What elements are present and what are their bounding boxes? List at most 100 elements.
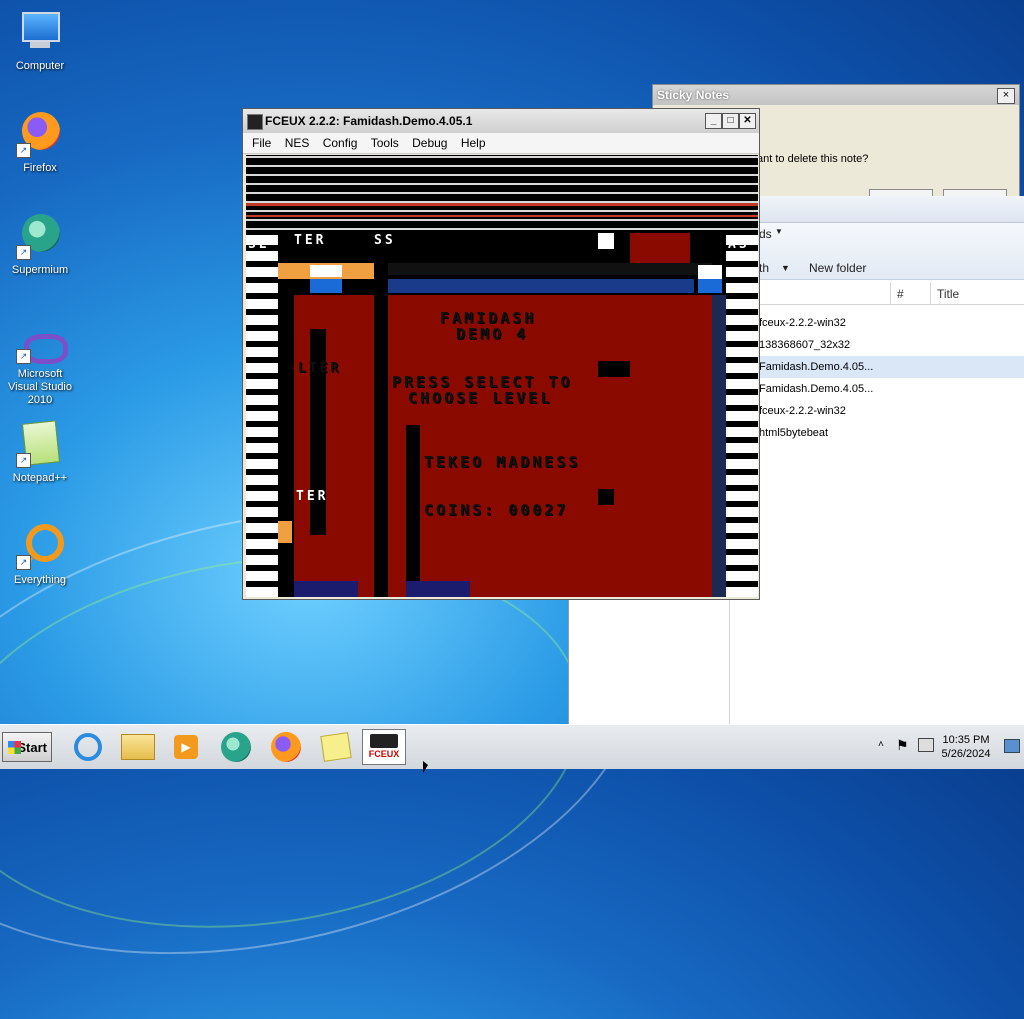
- taskbar-internet-explorer[interactable]: [66, 729, 110, 765]
- game-glitch-text: TER: [296, 489, 329, 504]
- taskbar-supermium[interactable]: [214, 729, 258, 765]
- menu-debug[interactable]: Debug: [407, 133, 452, 153]
- game-level-name: TEKEO MADNESS: [424, 453, 581, 471]
- game-coins: COINS: 00027: [424, 501, 569, 519]
- taskbar-sticky-notes[interactable]: [314, 729, 358, 765]
- tile-column-right: [726, 233, 758, 597]
- file-row[interactable]: Famidash.Demo.4.05...: [729, 356, 1024, 378]
- file-row[interactable]: 138368607_32x32: [729, 334, 1024, 356]
- show-hidden-icons-chevron-icon[interactable]: ˄: [878, 739, 884, 750]
- white-square: [598, 233, 614, 249]
- menu-tools[interactable]: Tools: [366, 133, 404, 153]
- file-name: Famidash.Demo.4.05...: [759, 361, 874, 373]
- menu-nes[interactable]: NES: [280, 133, 315, 153]
- taskbar-clock[interactable]: 10:35 PM 5/26/2024: [936, 733, 996, 761]
- desktop-icon-computer[interactable]: Computer: [4, 8, 76, 73]
- desktop-icon-label: Supermium: [11, 264, 69, 276]
- desktop-icon-everything[interactable]: ↗ Everything: [4, 522, 76, 587]
- blue-block: [698, 265, 722, 293]
- menu-config[interactable]: Config: [318, 133, 363, 153]
- clock-date: 5/26/2024: [941, 748, 991, 760]
- menu-help[interactable]: Help: [456, 133, 491, 153]
- taskbar-explorer[interactable]: [116, 729, 160, 765]
- shortcut-arrow-icon: ↗: [16, 143, 31, 158]
- computer-icon: [16, 8, 64, 56]
- new-folder-button[interactable]: New folder: [809, 261, 866, 275]
- desktop-icon-supermium[interactable]: ↗ Supermium: [4, 212, 76, 277]
- fceux-window: FCEUX 2.2.2: Famidash.Demo.4.05.1 _ □ ✕ …: [242, 108, 760, 600]
- menu-file[interactable]: File: [247, 133, 276, 153]
- fceux-app-icon: [247, 114, 263, 130]
- notepadpp-icon: ↗: [16, 420, 64, 468]
- supermium-icon: ↗: [16, 212, 64, 260]
- taskbar-firefox[interactable]: [264, 729, 308, 765]
- tile-column-left: [246, 233, 278, 597]
- visual-studio-icon: ↗: [16, 326, 68, 364]
- column-header-number[interactable]: #: [891, 283, 931, 305]
- desktop-icon-label: Microsoft Visual Studio 2010: [7, 368, 72, 406]
- game-background: [630, 233, 690, 263]
- desktop-icon-notepadpp[interactable]: ↗ Notepad++: [4, 420, 76, 485]
- game-bar: [376, 279, 694, 293]
- shortcut-arrow-icon: ↗: [16, 349, 31, 364]
- shortcut-arrow-icon: ↗: [16, 555, 31, 570]
- sticky-notes-icon: [320, 732, 352, 762]
- file-name: Famidash.Demo.4.05...: [759, 383, 874, 395]
- taskbar-media-player[interactable]: ▶: [164, 729, 208, 765]
- column-header-title[interactable]: Title: [931, 283, 1024, 305]
- file-name: fceux-2.2.2-win32: [759, 317, 846, 329]
- game-prompt-line2: CHOOSE LEVEL: [408, 389, 553, 407]
- sticky-notes-title: Sticky Notes: [653, 85, 1019, 105]
- game-glitch-text: TER: [294, 233, 327, 248]
- minimize-button[interactable]: _: [705, 113, 722, 129]
- game-column-text: AS: [728, 237, 750, 252]
- start-button[interactable]: Start: [2, 732, 52, 762]
- sticky-close-button[interactable]: ×: [997, 88, 1015, 104]
- desktop-icon-label: Notepad++: [12, 472, 68, 484]
- game-block: [598, 361, 630, 377]
- fceux-title: FCEUX 2.2.2: Famidash.Demo.4.05.1: [265, 114, 473, 128]
- mouse-cursor-icon: [423, 761, 428, 773]
- start-label: Start: [17, 740, 47, 755]
- file-row[interactable]: Famidash.Demo.4.05...: [729, 378, 1024, 400]
- game-pillar: [712, 295, 726, 597]
- file-row[interactable]: fceux-2.2.2-win32: [729, 312, 1024, 334]
- file-name: 138368607_32x32: [759, 339, 851, 351]
- taskbar: Start ▶ FCEUX ˄ ⚑ 10:35 PM 5/26/2024: [0, 724, 1024, 773]
- network-icon[interactable]: [918, 738, 934, 752]
- blue-block: [310, 279, 342, 293]
- game-title-line2: DEMO 4: [456, 325, 529, 343]
- explorer-toolbar-fragment[interactable]: ds: [759, 227, 772, 241]
- chevron-down-icon[interactable]: ▼: [781, 263, 790, 273]
- internet-explorer-icon: [74, 733, 102, 761]
- bottom-blue-bar: [294, 581, 358, 597]
- close-button[interactable]: ✕: [739, 113, 756, 129]
- clock-time: 10:35 PM: [942, 734, 990, 746]
- fceux-taskbar-label: FCEUX: [368, 749, 400, 759]
- game-pillar: [374, 233, 388, 597]
- action-center-flag-icon[interactable]: ⚑: [896, 737, 909, 754]
- firefox-icon: ↗: [16, 110, 64, 158]
- game-pillar: [406, 425, 420, 597]
- game-screen[interactable]: SE TER SS AS LTER TER FAMIDASH DEMO 4 PR…: [246, 155, 758, 597]
- game-block: [598, 489, 614, 505]
- shortcut-arrow-icon: ↗: [16, 453, 31, 468]
- desktop-icon-visual-studio[interactable]: ↗ Microsoft Visual Studio 2010: [4, 326, 76, 407]
- show-desktop-button[interactable]: [1004, 739, 1020, 753]
- maximize-button[interactable]: □: [722, 113, 739, 129]
- taskbar-fceux[interactable]: FCEUX: [362, 729, 406, 765]
- chevron-down-icon[interactable]: ▼: [775, 227, 783, 236]
- media-player-icon: ▶: [174, 735, 198, 759]
- game-glitch-text: LTER: [298, 361, 342, 376]
- glitch-band: [246, 215, 758, 217]
- file-name: html5bytebeat: [759, 427, 829, 439]
- fceux-titlebar[interactable]: FCEUX 2.2.2: Famidash.Demo.4.05.1 _ □ ✕: [243, 109, 759, 133]
- desktop-icon-label: Computer: [15, 60, 65, 72]
- desktop-icon-firefox[interactable]: ↗ Firefox: [4, 110, 76, 175]
- explorer-cmd-fragment[interactable]: th: [759, 261, 769, 275]
- file-row[interactable]: fceux-2.2.2-win32: [729, 400, 1024, 422]
- file-row[interactable]: html5bytebeat: [729, 422, 1024, 444]
- glitch-band: [246, 155, 758, 233]
- windows-flag-icon: [8, 741, 21, 754]
- desktop-icon-label: Firefox: [23, 162, 57, 174]
